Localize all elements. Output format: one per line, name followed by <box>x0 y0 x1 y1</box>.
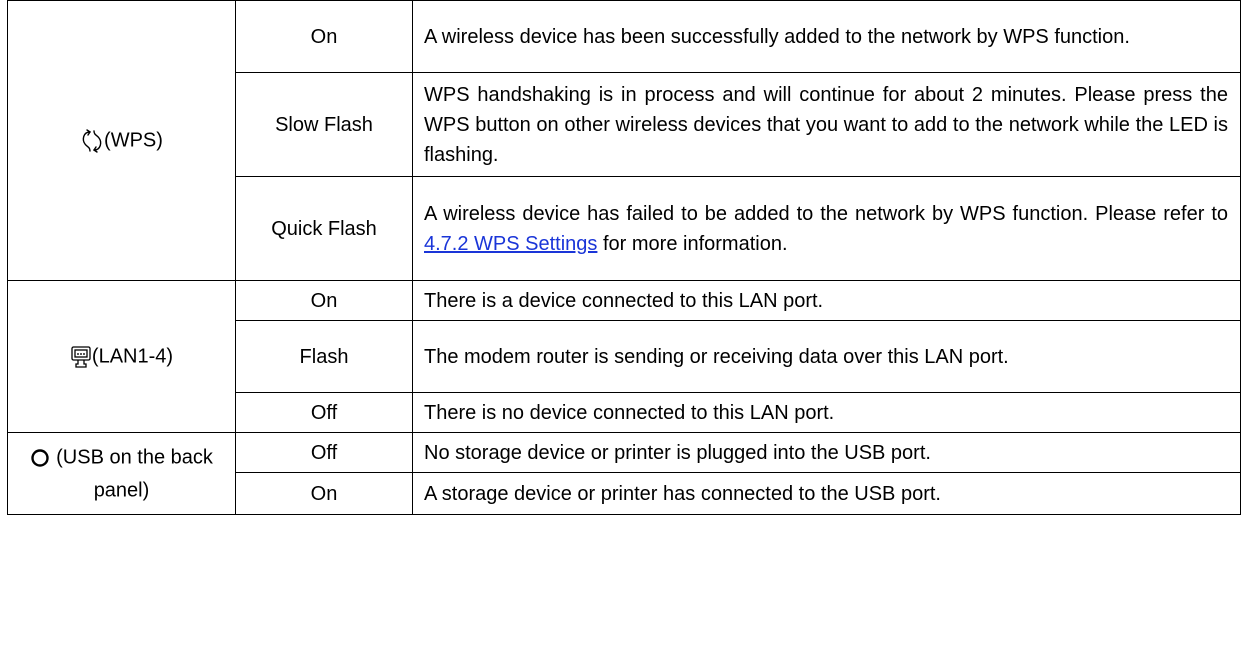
status-cell: On <box>235 472 413 515</box>
usb-circle-icon <box>30 448 50 468</box>
description-cell: There is no device connected to this LAN… <box>412 392 1241 433</box>
lan-icon <box>70 345 92 369</box>
status-cell: Quick Flash <box>235 176 413 281</box>
led-status-table: (WPS) On A wireless device has been succ… <box>7 0 1241 515</box>
status-cell: Off <box>235 392 413 433</box>
status-cell: On <box>235 280 413 321</box>
description-text: A wireless device has failed to be added… <box>424 202 1228 225</box>
description-cell: A wireless device has failed to be added… <box>412 176 1241 281</box>
description-cell: A storage device or printer has connecte… <box>412 472 1241 515</box>
table-row: (LAN1-4) On There is a device connected … <box>7 280 1241 433</box>
wps-settings-link[interactable]: 4.7.2 WPS Settings <box>424 233 597 255</box>
status-cell: Flash <box>235 320 413 393</box>
description-cell: WPS handshaking is in process and will c… <box>412 72 1241 177</box>
description-cell: A wireless device has been successfully … <box>412 0 1241 73</box>
table-row: (USB on the back panel) Off No storage d… <box>7 432 1241 515</box>
description-text: for more information. <box>602 232 788 255</box>
description-cell: The modem router is sending or receiving… <box>412 320 1241 393</box>
led-cell-usb: (USB on the back panel) <box>7 432 236 515</box>
status-cell: On <box>235 0 413 73</box>
led-label-wps: (WPS) <box>104 129 163 152</box>
description-cell: There is a device connected to this LAN … <box>412 280 1241 321</box>
table-row: (WPS) On A wireless device has been succ… <box>7 0 1241 281</box>
status-cell: Off <box>235 432 413 473</box>
description-cell: No storage device or printer is plugged … <box>412 432 1241 473</box>
wps-icon <box>80 128 104 154</box>
led-cell-wps: (WPS) <box>7 0 236 281</box>
led-cell-lan: (LAN1-4) <box>7 280 236 433</box>
status-cell: Slow Flash <box>235 72 413 177</box>
led-label-usb: (USB on the back panel) <box>56 446 213 502</box>
led-label-lan: (LAN1-4) <box>91 345 174 368</box>
